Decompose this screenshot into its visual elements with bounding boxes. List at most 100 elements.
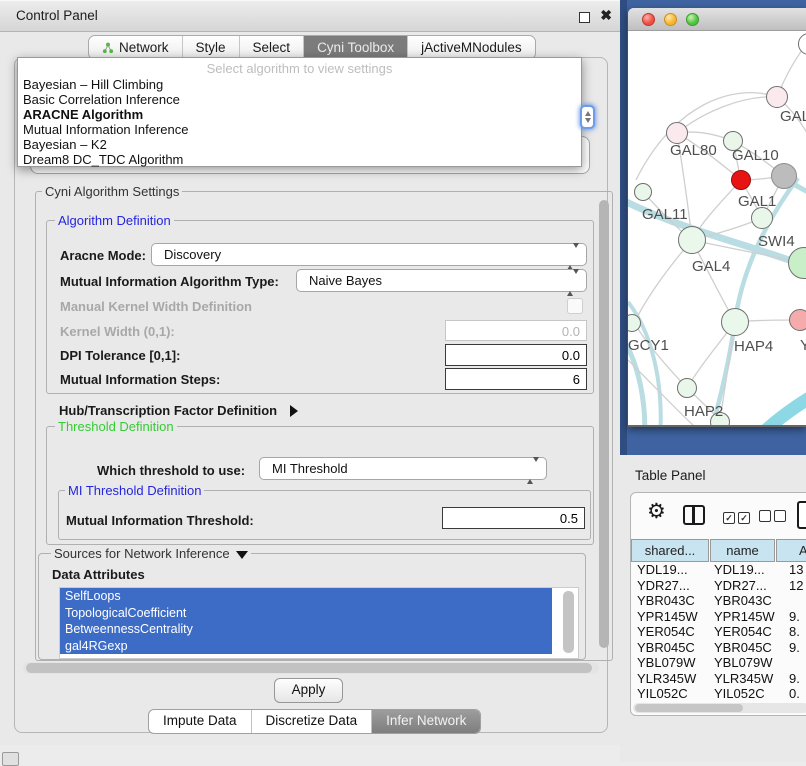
table-row[interactable]: YPR145WYPR145W9. [631,609,806,625]
mi-algorithm-type-label: Mutual Information Algorithm Type: [60,274,279,289]
float-window-icon[interactable] [579,12,590,23]
deselect-all-columns-icon[interactable] [759,509,789,527]
node-label: Y [800,337,806,354]
mi-threshold-definition-group: MI Threshold Definition Mutual Informati… [58,490,591,540]
node-label: GAL11 [642,206,688,223]
tab-select[interactable]: Select [240,36,305,59]
settings-horizontal-scrollbar[interactable] [23,662,599,674]
control-panel-window: Control Panel ✖ Network Style Select Cyn… [0,0,620,745]
close-icon[interactable]: ✖ [600,7,612,24]
stepper-icon [567,248,579,266]
algorithm-option[interactable]: Mutual Information Inference [18,122,581,137]
algorithm-definition-title: Algorithm Definition [55,213,174,228]
network-node[interactable] [766,86,788,108]
close-traffic-light-icon[interactable] [642,13,655,26]
tab-infer-network[interactable]: Infer Network [372,710,480,733]
table-row[interactable]: YBR043CYBR043C [631,593,806,609]
column-header[interactable]: shared... [631,539,709,562]
table-panel: ⚙ ✓✓ shared... name A YDL19...YDL19...13… [630,492,806,716]
list-item[interactable]: BetweennessCentrality [60,621,552,638]
table-row[interactable]: YBR045CYBR045C9. [631,640,806,656]
tab-network-label: Network [119,40,169,55]
network-node-gal1[interactable] [751,207,773,229]
minimized-panel-icon[interactable] [2,752,19,766]
algorithm-option-selected[interactable]: ARACNE Algorithm [18,107,581,122]
sources-expander[interactable]: Sources for Network Inference [51,546,251,561]
algorithm-select-stepper[interactable] [580,105,595,129]
network-node-gal80[interactable] [666,122,688,144]
stepper-icon [527,462,539,480]
algorithm-option[interactable]: Bayesian – Hill Climbing [18,77,581,92]
gear-icon[interactable]: ⚙ [647,499,666,524]
algorithm-option[interactable]: Bayesian – K2 [18,137,581,152]
minimize-traffic-light-icon[interactable] [664,13,677,26]
expander-down-icon [236,551,248,559]
column-header[interactable]: name [710,539,775,562]
which-threshold-select[interactable]: MI Threshold [259,457,547,480]
manual-kernel-width-checkbox[interactable] [567,298,583,314]
network-node-gal11[interactable] [634,183,652,201]
node-label: GAL80 [670,142,717,159]
settings-vertical-scrollbar[interactable] [599,200,611,652]
list-item[interactable]: TopologicalCoefficient [60,605,552,622]
document-icon[interactable] [797,501,806,529]
mi-algorithm-type-select[interactable]: Naive Bayes [296,269,587,292]
network-node-hap2[interactable] [677,378,697,398]
stepper-icon [567,274,579,292]
node-label: GAL1 [738,193,776,210]
select-all-columns-icon[interactable]: ✓✓ [723,508,753,526]
tab-jactivemnodules[interactable]: jActiveMNodules [408,36,535,59]
table-row[interactable]: YDR27...YDR27...12 [631,578,806,594]
network-icon [102,42,114,54]
list-vertical-scrollbar[interactable] [563,591,574,653]
columns-icon[interactable] [683,505,705,525]
table-body[interactable]: YDL19...YDL19...13 YDR27...YDR27...12 YB… [631,562,806,702]
algorithm-option[interactable]: Dream8 DC_TDC Algorithm [18,152,581,167]
hub-definition-expander[interactable]: Hub/Transcription Factor Definition [59,402,298,420]
table-row[interactable]: YLR345WYLR345W9. [631,671,806,687]
group-title: Cyni Algorithm Settings [42,184,182,199]
dpi-tolerance-field[interactable]: 0.0 [445,344,587,366]
mi-threshold-field[interactable]: 0.5 [442,507,585,529]
algorithm-dropdown-popup: Select algorithm to view settings Bayesi… [17,57,582,167]
tab-network[interactable]: Network [89,36,183,59]
mi-threshold-definition-title: MI Threshold Definition [65,483,204,498]
zoom-traffic-light-icon[interactable] [686,13,699,26]
threshold-definition-group: Threshold Definition Which threshold to … [46,426,594,545]
network-view-window: GAL GAL80 GAL10 GAL1 GAL11 SWI4 GAL4 GCY… [628,8,806,427]
node-label: GAL [780,108,806,125]
mi-steps-field[interactable]: 6 [445,368,587,390]
hub-definition-label: Hub/Transcription Factor Definition [59,403,277,418]
tab-cyni-toolbox[interactable]: Cyni Toolbox [304,36,408,59]
column-header[interactable]: A [776,539,806,562]
algorithm-option[interactable]: Basic Correlation Inference [18,92,581,107]
table-horizontal-scrollbar[interactable] [633,703,806,713]
node-label: HAP4 [734,338,773,355]
tab-discretize-data[interactable]: Discretize Data [252,710,373,733]
data-attributes-label: Data Attributes [52,567,145,582]
table-row[interactable]: YER054CYER054C8. [631,624,806,640]
network-node-pink[interactable] [789,309,806,331]
tab-impute-data[interactable]: Impute Data [149,710,252,733]
network-node-hap4[interactable] [721,308,749,336]
network-node-selected-red[interactable] [731,170,751,190]
network-node-gray[interactable] [771,163,797,189]
manual-kernel-width-label: Manual Kernel Width Definition [60,299,252,314]
list-item[interactable]: SelfLoops [60,588,552,605]
table-row[interactable]: YIL052CYIL052C0. [631,686,806,702]
network-canvas[interactable]: GAL GAL80 GAL10 GAL1 GAL11 SWI4 GAL4 GCY… [628,30,806,425]
aracne-mode-select[interactable]: Discovery [151,243,587,266]
sources-group: Sources for Network Inference Data Attri… [38,553,586,660]
table-row[interactable]: YDL19...YDL19...13 [631,562,806,578]
list-item[interactable]: gal4RGexp [60,638,552,655]
table-row[interactable]: YBL079WYBL079W [631,655,806,671]
node-label: GAL4 [692,258,730,275]
algorithm-prompt: Select algorithm to view settings [18,58,581,77]
data-attributes-list[interactable]: SelfLoops TopologicalCoefficient Between… [59,587,579,659]
mi-steps-label: Mutual Information Steps: [60,372,220,387]
apply-button[interactable]: Apply [274,678,343,703]
kernel-width-field[interactable]: 0.0 [445,320,587,341]
network-node-gal4[interactable] [678,226,706,254]
screen: Control Panel ✖ Network Style Select Cyn… [0,0,806,762]
tab-style[interactable]: Style [183,36,240,59]
